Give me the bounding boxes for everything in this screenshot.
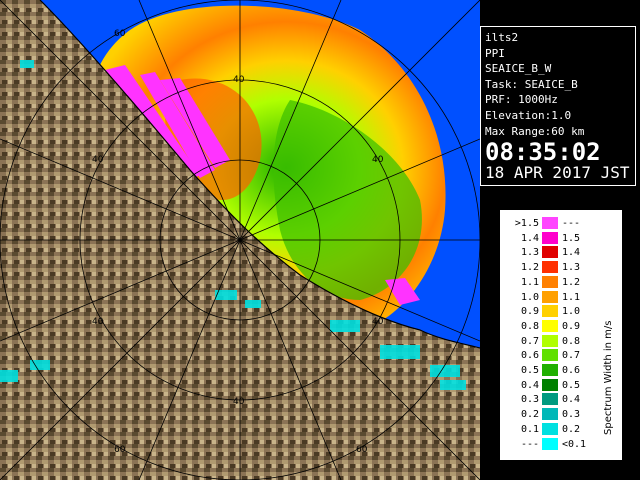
ring-label-40-ne: 40 <box>372 155 384 165</box>
scan-type: PPI <box>485 46 505 60</box>
info-panel: ilts2 PPI SEAICE_B_W Task: SEAICE_B PRF:… <box>480 26 636 186</box>
legend-lower-value: --- <box>520 438 539 450</box>
legend-swatch <box>542 305 558 318</box>
legend-unit-label: Spectrum Width in m/s <box>603 321 614 435</box>
ring-label-60-se: 60 <box>356 445 368 455</box>
legend-lower-value: 1.4 <box>520 232 539 244</box>
legend-upper-value: 1.3 <box>562 262 581 274</box>
legend-upper-value: 0.9 <box>562 320 581 332</box>
legend-lower-value: 0.4 <box>520 379 539 391</box>
site-name: ilts2 <box>485 31 519 44</box>
legend-lower-value: 0.7 <box>520 335 539 347</box>
radar-ppi-view[interactable]: 40 60 40 40 40 40 40 60 60 <box>0 0 480 480</box>
legend-upper-value: 0.5 <box>562 379 581 391</box>
legend-upper-value: 1.5 <box>562 232 581 244</box>
legend-row: 0.4 0.5 <box>501 378 591 392</box>
legend-upper-value: 1.2 <box>562 276 581 288</box>
legend-row: 1.1 1.2 <box>501 275 591 289</box>
scan-date: 18 APR 2017 JST <box>485 163 630 183</box>
legend-swatch <box>542 334 558 347</box>
ring-label-40-s: 40 <box>233 397 245 407</box>
legend-lower-value: 1.0 <box>520 291 539 303</box>
legend-row: 0.2 0.3 <box>501 408 591 421</box>
legend-row: 0.6 0.7 <box>501 349 591 362</box>
legend-row: 0.5 0.6 <box>501 364 591 377</box>
legend-row: 1.3 1.4 <box>501 246 591 259</box>
range-rings <box>0 0 480 480</box>
legend-lower-value: 0.3 <box>520 394 539 406</box>
ring-label-40-sw: 40 <box>92 317 104 327</box>
legend-swatch <box>542 217 558 229</box>
legend-row: 0.1 0.2 <box>501 422 591 436</box>
legend-swatch <box>542 378 558 391</box>
legend-swatch <box>542 393 558 406</box>
legend-lower-value: 0.6 <box>520 350 539 362</box>
legend-lower-value: 0.9 <box>520 306 539 318</box>
legend-swatch <box>542 275 558 288</box>
legend-swatch <box>542 408 558 421</box>
task-name: Task: SEAICE_B <box>485 77 578 91</box>
ring-label-40-n: 40 <box>233 75 245 85</box>
legend-swatch <box>542 246 558 259</box>
color-legend: >1.5 --- 1.4 1.5 1.3 1.4 1.2 1.3 1.1 1.2 1.0 1.1 0.9… <box>500 210 622 460</box>
ring-label-60-sw: 60 <box>114 445 126 455</box>
legend-upper-value: <0.1 <box>562 438 587 450</box>
legend-lower-value: 0.5 <box>520 365 539 376</box>
legend-upper-value: 1.4 <box>562 247 581 259</box>
legend-upper-value: 0.8 <box>562 335 581 347</box>
legend-swatch <box>542 364 558 376</box>
legend-upper-value: 1.0 <box>562 306 581 318</box>
legend-row: 1.0 1.1 <box>501 290 591 304</box>
legend-upper-value: 0.4 <box>562 394 581 406</box>
legend-lower-value: 0.2 <box>520 409 539 421</box>
legend-unit-text: Spectrum Width in m/s <box>603 321 614 435</box>
legend-row: --- <0.1 <box>501 437 591 451</box>
legend-lower-value: 1.3 <box>520 247 539 259</box>
legend-lower-value: 1.1 <box>520 276 539 288</box>
legend-row: 0.7 0.8 <box>501 334 591 348</box>
legend-swatch <box>542 261 558 274</box>
legend-upper-value: 0.7 <box>562 350 581 362</box>
legend-row: 0.9 1.0 <box>501 305 591 318</box>
legend-upper-value: 0.6 <box>562 365 581 376</box>
legend-swatch <box>542 290 558 303</box>
max-range-value: Max Range:60 km <box>485 124 585 138</box>
legend-swatch <box>542 319 558 332</box>
legend-upper-value: 1.1 <box>562 291 581 303</box>
legend-row: 1.2 1.3 <box>501 261 591 274</box>
ring-label-60-nw: 60 <box>114 29 126 39</box>
legend-row: >1.5 --- <box>501 217 591 230</box>
legend-row: 1.4 1.5 <box>501 231 591 245</box>
ring-label-40-nw: 40 <box>92 155 104 165</box>
legend-swatch <box>542 437 558 450</box>
product-name: SEAICE_B_W <box>485 62 552 76</box>
legend-swatch <box>542 231 558 244</box>
elevation-value: Elevation:1.0 <box>485 108 572 122</box>
legend-swatch <box>542 422 558 435</box>
legend-upper-value: 0.2 <box>562 423 581 435</box>
legend-row: 0.3 0.4 <box>501 393 591 406</box>
scan-time: 08:35:02 <box>485 138 601 167</box>
prf-value: PRF: 1000Hz <box>485 93 558 107</box>
legend-row: 0.8 0.9 <box>501 319 591 333</box>
legend-lower-value: 1.2 <box>520 262 539 274</box>
legend-upper-value: --- <box>562 218 581 229</box>
legend-lower-value: 0.8 <box>520 320 539 332</box>
legend-lower-value: >1.5 <box>514 218 539 229</box>
legend-swatch <box>542 349 558 362</box>
legend-upper-value: 0.3 <box>562 409 581 421</box>
ring-label-40-se: 40 <box>372 317 384 327</box>
legend-lower-value: 0.1 <box>520 423 539 435</box>
